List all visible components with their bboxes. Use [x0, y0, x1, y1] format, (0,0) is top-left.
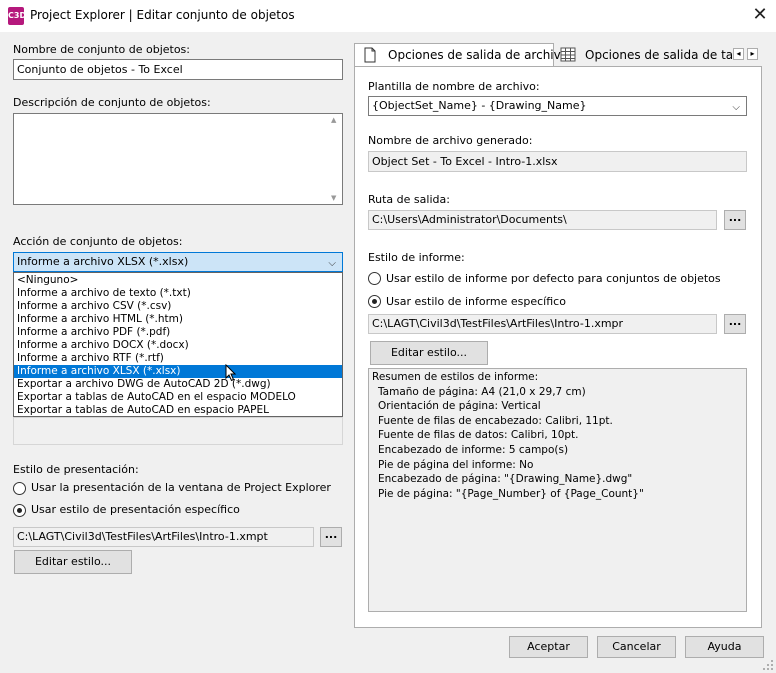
dropdown-option[interactable]: <Ninguno> [14, 274, 342, 287]
dropdown-option[interactable]: Informe a archivo de texto (*.txt) [14, 287, 342, 300]
object-set-action-dropdown[interactable]: <Ninguno> Informe a archivo de texto (*.… [13, 272, 343, 417]
summary-title: Resumen de estilos de informe: [372, 371, 539, 383]
summary-line: Pie de página: "{Page_Number} of {Page_C… [378, 488, 644, 500]
radio-specific-presentation[interactable] [13, 504, 26, 517]
object-set-name-label: Nombre de conjunto de objetos: [13, 43, 190, 56]
civil3d-app-icon: C3D [8, 7, 26, 25]
resize-grip-icon[interactable] [762, 659, 774, 671]
summary-line: Encabezado de informe: 5 campo(s) [378, 444, 569, 456]
dropdown-option[interactable]: Informe a archivo RTF (*.rtf) [14, 352, 342, 365]
report-style-path: C:\LAGT\Civil3d\TestFiles\ArtFiles\Intro… [368, 314, 717, 334]
report-edit-style-button[interactable]: Editar estilo... [370, 341, 488, 365]
report-style-browse-button[interactable]: ... [724, 314, 746, 334]
output-path-browse-button[interactable]: ... [724, 210, 746, 230]
generated-filename-label: Nombre de archivo generado: [368, 134, 533, 147]
close-icon[interactable]: ✕ [750, 5, 770, 25]
dropdown-option[interactable]: Exportar a tablas de AutoCAD en el espac… [14, 391, 342, 404]
dropdown-option[interactable]: Informe a archivo PDF (*.pdf) [14, 326, 342, 339]
tab-table-output[interactable]: Opciones de salida de tabla [556, 46, 732, 66]
action-options-area [13, 417, 343, 445]
presentation-style-path: C:\LAGT\Civil3d\TestFiles\ArtFiles\Intro… [13, 527, 314, 547]
object-set-description-label: Descripción de conjunto de objetos: [13, 96, 211, 109]
filename-template-label: Plantilla de nombre de archivo: [368, 80, 540, 93]
cancel-button[interactable]: Cancelar [597, 636, 676, 658]
dropdown-option[interactable]: Exportar a tablas de AutoCAD en espacio … [14, 404, 342, 417]
object-set-name-input[interactable]: Conjunto de objetos - To Excel [13, 59, 343, 80]
radio-specific-presentation-label: Usar estilo de presentación específico [31, 503, 240, 516]
presentation-style-label: Estilo de presentación: [13, 463, 139, 476]
summary-line: Fuente de filas de datos: Calibri, 10pt. [378, 429, 579, 441]
report-style-label: Estilo de informe: [368, 251, 465, 264]
help-button[interactable]: Ayuda [685, 636, 764, 658]
generated-filename-field: Object Set - To Excel - Intro-1.xlsx [368, 151, 747, 172]
radio-specific-report-style[interactable] [368, 295, 381, 308]
radio-window-presentation-label: Usar la presentación de la ventana de Pr… [31, 481, 331, 494]
object-set-action-label: Acción de conjunto de objetos: [13, 235, 183, 248]
description-scrollbar[interactable]: ▲ ▼ [329, 114, 342, 204]
mouse-cursor-icon [225, 364, 237, 382]
output-path-label: Ruta de salida: [368, 193, 450, 206]
object-set-action-select[interactable]: Informe a archivo XLSX (*.xlsx) ⌵ [13, 252, 343, 272]
tab-scroll-right-icon[interactable]: ▸ [747, 48, 758, 60]
summary-line: Pie de página del informe: No [378, 459, 534, 471]
radio-specific-report-style-label: Usar estilo de informe específico [386, 295, 566, 308]
dropdown-option[interactable]: Informe a archivo DOCX (*.docx) [14, 339, 342, 352]
object-set-description-input[interactable] [13, 113, 343, 205]
dropdown-option[interactable]: Informe a archivo CSV (*.csv) [14, 300, 342, 313]
scroll-down-icon[interactable]: ▼ [331, 194, 336, 202]
chevron-down-icon[interactable]: ⌵ [732, 99, 740, 117]
report-style-summary: Resumen de estilos de informe: Tamaño de… [368, 368, 747, 612]
chevron-down-icon[interactable]: ⌵ [328, 255, 336, 273]
presentation-browse-button[interactable]: ... [320, 527, 342, 547]
radio-default-report-style-label: Usar estilo de informe por defecto para … [386, 272, 721, 285]
presentation-edit-style-button[interactable]: Editar estilo... [14, 550, 132, 574]
document-icon [364, 47, 376, 63]
scroll-up-icon[interactable]: ▲ [331, 116, 336, 124]
window-title: Project Explorer | Editar conjunto de ob… [30, 8, 295, 22]
summary-line: Tamaño de página: A4 (21,0 x 29,7 cm) [378, 386, 586, 398]
dropdown-option[interactable]: Exportar a archivo DWG de AutoCAD 2D (*.… [14, 378, 342, 391]
summary-line: Orientación de página: Vertical [378, 400, 541, 412]
table-icon [560, 47, 576, 62]
summary-line: Encabezado de página: "{Drawing_Name}.dw… [378, 473, 633, 485]
tab-file-output[interactable]: Opciones de salida de archivo [354, 43, 568, 67]
output-path-field: C:\Users\Administrator\Documents\ [368, 210, 717, 230]
filename-template-select[interactable]: {ObjectSet_Name} - {Drawing_Name} ⌵ [368, 96, 747, 116]
filename-template-value: {ObjectSet_Name} - {Drawing_Name} [372, 99, 587, 112]
dropdown-option[interactable]: Informe a archivo HTML (*.htm) [14, 313, 342, 326]
summary-line: Fuente de filas de encabezado: Calibri, … [378, 415, 613, 427]
accept-button[interactable]: Aceptar [509, 636, 588, 658]
object-set-action-selected: Informe a archivo XLSX (*.xlsx) [17, 255, 189, 268]
tab-table-output-label: Opciones de salida de tabla [585, 48, 732, 62]
dropdown-option-selected[interactable]: Informe a archivo XLSX (*.xlsx) [14, 365, 342, 378]
tab-scroll-left-icon[interactable]: ◂ [733, 48, 744, 60]
tab-file-output-label: Opciones de salida de archivo [388, 48, 569, 62]
radio-window-presentation[interactable] [13, 482, 26, 495]
radio-default-report-style[interactable] [368, 272, 381, 285]
